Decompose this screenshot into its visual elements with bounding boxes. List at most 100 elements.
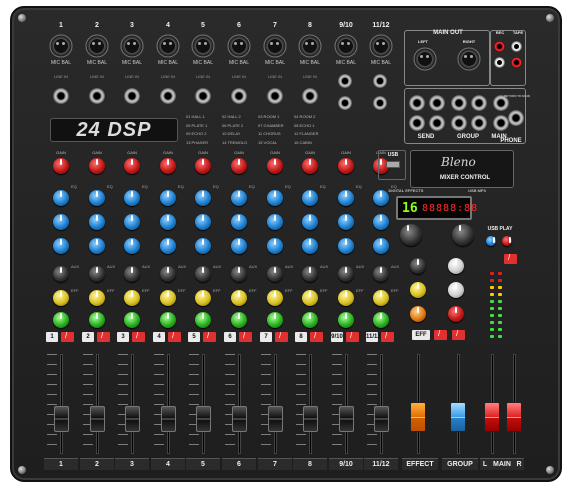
mute-button[interactable] xyxy=(310,331,323,342)
effect-mute-button[interactable] xyxy=(434,329,447,340)
eff-knob[interactable] xyxy=(89,290,105,306)
send-jack[interactable] xyxy=(409,95,425,111)
rec-rca-jack[interactable] xyxy=(494,41,505,52)
aux-knob[interactable] xyxy=(160,266,176,282)
channel-fader[interactable] xyxy=(54,406,69,432)
usb-volume-knob[interactable] xyxy=(452,224,474,246)
xlr-mic-input[interactable] xyxy=(85,34,109,58)
line-in-right-jack[interactable] xyxy=(338,96,352,110)
aux-knob[interactable] xyxy=(302,266,318,282)
group-mute-button[interactable] xyxy=(452,329,465,340)
pan-knob[interactable] xyxy=(373,312,389,328)
eq-hi-knob[interactable] xyxy=(338,190,354,206)
mute-button[interactable] xyxy=(381,331,394,342)
line-in-left-jack[interactable] xyxy=(373,74,387,88)
xlr-mic-input[interactable] xyxy=(49,34,73,58)
eq-hi-knob[interactable] xyxy=(195,190,211,206)
effect-select-knob[interactable] xyxy=(400,224,422,246)
main-mute-button[interactable] xyxy=(504,253,517,264)
aux-knob[interactable] xyxy=(231,266,247,282)
line-in-jack[interactable] xyxy=(160,88,176,104)
eq-mid-knob[interactable] xyxy=(124,214,140,230)
channel-select-button[interactable]: 11/12 xyxy=(366,332,381,342)
gain-knob[interactable] xyxy=(124,158,140,174)
pan-knob[interactable] xyxy=(195,312,211,328)
xlr-mic-input[interactable] xyxy=(298,34,322,58)
pan-knob[interactable] xyxy=(267,312,283,328)
rec-rca-jack-2[interactable] xyxy=(494,57,505,68)
eq-mid-knob[interactable] xyxy=(160,214,176,230)
pan-knob[interactable] xyxy=(302,312,318,328)
pan-knob[interactable] xyxy=(89,312,105,328)
eff-knob[interactable] xyxy=(160,290,176,306)
line-in-jack[interactable] xyxy=(124,88,140,104)
xlr-mic-input[interactable] xyxy=(191,34,215,58)
pan-knob[interactable] xyxy=(124,312,140,328)
gain-knob[interactable] xyxy=(231,158,247,174)
eq-mid-knob[interactable] xyxy=(231,214,247,230)
send-jack-4[interactable] xyxy=(429,115,445,131)
eq-hi-knob[interactable] xyxy=(231,190,247,206)
channel-select-button[interactable]: 2 xyxy=(82,332,94,342)
eq-low-knob[interactable] xyxy=(231,238,247,254)
eq-hi-knob[interactable] xyxy=(160,190,176,206)
aux-knob[interactable] xyxy=(124,266,140,282)
phone-jack[interactable] xyxy=(508,110,524,126)
eq-hi-knob[interactable] xyxy=(89,190,105,206)
xlr-mic-input[interactable] xyxy=(156,34,180,58)
mute-button[interactable] xyxy=(97,331,110,342)
channel-fader[interactable] xyxy=(232,406,247,432)
effect-to-main-knob[interactable] xyxy=(410,282,426,298)
eq-low-knob[interactable] xyxy=(302,238,318,254)
aux-knob[interactable] xyxy=(53,266,69,282)
eq-low-knob[interactable] xyxy=(338,238,354,254)
channel-select-button[interactable]: 9/10 xyxy=(331,332,343,342)
main-out-right-xlr[interactable] xyxy=(457,47,481,71)
send-jack-2[interactable] xyxy=(429,95,445,111)
line-in-jack[interactable] xyxy=(302,88,318,104)
channel-fader[interactable] xyxy=(303,406,318,432)
tape-rca-jack-2[interactable] xyxy=(511,57,522,68)
eff-knob[interactable] xyxy=(267,290,283,306)
xlr-mic-input[interactable] xyxy=(120,34,144,58)
main-jack-2[interactable] xyxy=(493,115,509,131)
eq-mid-knob[interactable] xyxy=(302,214,318,230)
effect-return-knob[interactable] xyxy=(410,258,426,274)
group-jack-2[interactable] xyxy=(471,95,487,111)
usb-port[interactable]: USB xyxy=(378,150,406,180)
main-out-left-xlr[interactable] xyxy=(413,47,437,71)
line-in-right-jack[interactable] xyxy=(373,96,387,110)
eq-low-knob[interactable] xyxy=(124,238,140,254)
channel-fader[interactable] xyxy=(339,406,354,432)
channel-fader[interactable] xyxy=(90,406,105,432)
effect-fader[interactable] xyxy=(410,402,426,432)
usb-play-button[interactable] xyxy=(486,236,496,246)
pan-knob[interactable] xyxy=(338,312,354,328)
eff-knob[interactable] xyxy=(231,290,247,306)
eq-mid-knob[interactable] xyxy=(338,214,354,230)
channel-select-button[interactable]: 7 xyxy=(260,332,272,342)
pan-knob[interactable] xyxy=(160,312,176,328)
group-jack[interactable] xyxy=(451,95,467,111)
channel-fader[interactable] xyxy=(268,406,283,432)
eq-mid-knob[interactable] xyxy=(89,214,105,230)
eq-low-knob[interactable] xyxy=(160,238,176,254)
channel-select-button[interactable]: 5 xyxy=(188,332,200,342)
eq-mid-knob[interactable] xyxy=(373,214,389,230)
eff-knob[interactable] xyxy=(373,290,389,306)
aux-knob[interactable] xyxy=(195,266,211,282)
channel-fader[interactable] xyxy=(161,406,176,432)
pan-knob[interactable] xyxy=(53,312,69,328)
tape-level-knob[interactable] xyxy=(448,258,464,274)
phone-level-knob[interactable] xyxy=(448,282,464,298)
main-right-fader[interactable] xyxy=(506,402,522,432)
line-in-jack[interactable] xyxy=(89,88,105,104)
gain-knob[interactable] xyxy=(267,158,283,174)
gain-knob[interactable] xyxy=(160,158,176,174)
eq-low-knob[interactable] xyxy=(53,238,69,254)
eq-low-knob[interactable] xyxy=(267,238,283,254)
pan-knob[interactable] xyxy=(231,312,247,328)
line-in-jack[interactable] xyxy=(231,88,247,104)
mute-button[interactable] xyxy=(168,331,181,342)
group-jack-4[interactable] xyxy=(471,115,487,131)
